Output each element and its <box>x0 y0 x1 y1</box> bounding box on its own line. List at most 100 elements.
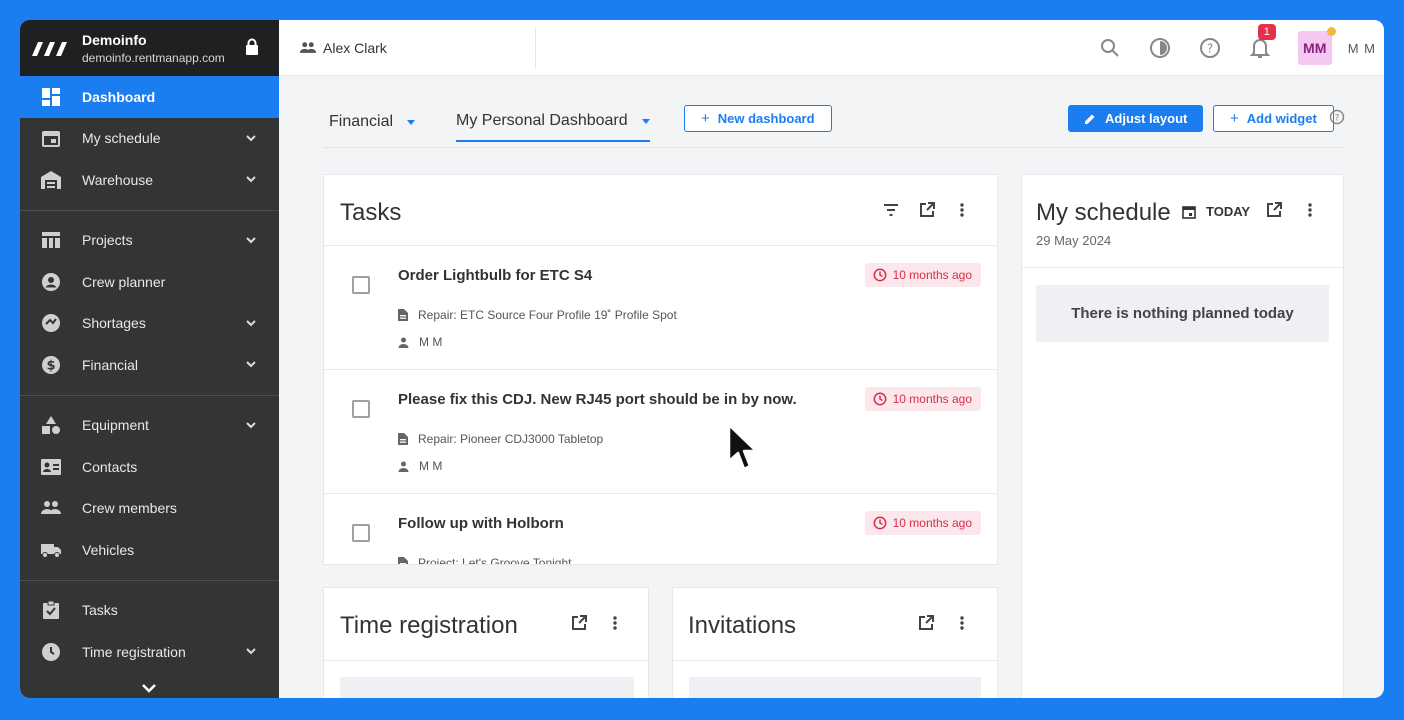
sidebar-item-label: Warehouse <box>82 171 154 188</box>
sidebar-scroll-down-icon[interactable] <box>140 682 158 694</box>
task-checkbox[interactable] <box>352 400 370 418</box>
filter-icon[interactable] <box>881 200 901 220</box>
vehicle-icon <box>40 539 62 561</box>
task-checkbox[interactable] <box>352 524 370 542</box>
new-dashboard-button[interactable]: + New dashboard <box>684 105 832 132</box>
user-selector-label: Alex Clark <box>323 39 387 56</box>
due-text: 10 months ago <box>892 392 972 406</box>
empty-state: There is nothing planned today <box>1036 285 1329 342</box>
sidebar-item-my-schedule[interactable]: My schedule <box>20 118 279 160</box>
chevron-down-icon[interactable] <box>245 132 257 144</box>
activity-icon[interactable] <box>1148 36 1172 60</box>
sidebar-item-time-registration[interactable]: Time registration <box>20 631 279 673</box>
sidebar-item-label: Contacts <box>82 458 138 475</box>
add-widget-button[interactable]: + Add widget <box>1213 105 1334 132</box>
task-reference-text: Repair: ETC Source Four Profile 19˚ Prof… <box>418 308 677 322</box>
tasks-widget: Tasks Order Lightbulb for ETC S4 10 mont… <box>323 174 998 565</box>
sidebar-item-equipment[interactable]: Equipment <box>20 405 279 447</box>
more-vertical-icon[interactable] <box>1300 200 1320 220</box>
open-external-icon[interactable] <box>916 613 936 633</box>
chevron-down-icon[interactable] <box>245 234 257 246</box>
chevron-down-icon[interactable] <box>245 317 257 329</box>
more-vertical-icon[interactable] <box>952 200 972 220</box>
sidebar-item-vehicles[interactable]: Vehicles <box>20 529 279 571</box>
widget-title: Time registration <box>340 612 518 639</box>
task-row[interactable]: Order Lightbulb for ETC S4 10 months ago… <box>324 246 997 370</box>
warehouse-icon <box>40 169 62 191</box>
task-reference-text: Repair: Pioneer CDJ3000 Tabletop <box>418 432 604 446</box>
adjust-layout-button[interactable]: Adjust layout <box>1068 105 1204 132</box>
task-title[interactable]: Order Lightbulb for ETC S4 <box>398 267 592 284</box>
svg-text:?: ? <box>1335 114 1340 124</box>
time-registration-widget: Time registration <box>323 587 649 698</box>
person-icon <box>398 337 409 348</box>
user-selector[interactable]: Alex Clark <box>279 27 536 68</box>
pencil-icon <box>1085 114 1095 124</box>
list-item[interactable] <box>340 677 634 698</box>
more-vertical-icon[interactable] <box>952 613 972 633</box>
plus-icon: + <box>701 110 710 127</box>
today-button[interactable]: TODAY <box>1182 204 1250 219</box>
my-schedule-widget: My schedule TODAY 29 May 2024 There is n… <box>1021 174 1344 698</box>
sidebar-item-dashboard[interactable]: Dashboard <box>20 76 279 118</box>
clock-icon <box>873 268 887 282</box>
list-item[interactable] <box>689 677 981 698</box>
open-external-icon[interactable] <box>917 200 937 220</box>
sidebar-item-shortages[interactable]: Shortages <box>20 303 279 345</box>
calendar-icon <box>1182 205 1196 219</box>
sidebar-item-label: Crew members <box>82 500 177 517</box>
invitations-widget: Invitations <box>672 587 998 698</box>
sidebar-item-label: Equipment <box>82 417 149 434</box>
avatar[interactable]: MM <box>1297 27 1336 65</box>
sidebar: Demoinfo demoinfo.rentmanapp.com Dashboa… <box>20 20 279 698</box>
brand-header[interactable]: Demoinfo demoinfo.rentmanapp.com <box>20 20 279 76</box>
sidebar-item-contacts[interactable]: Contacts <box>20 446 279 488</box>
tab-label: My Personal Dashboard <box>456 112 628 129</box>
dollar-icon: $ <box>40 354 62 376</box>
due-text: 10 months ago <box>892 268 972 282</box>
sidebar-item-financial[interactable]: $ Financial <box>20 344 279 386</box>
tab-financial[interactable]: Financial <box>329 108 416 136</box>
task-checkbox[interactable] <box>352 276 370 294</box>
chevron-down-icon[interactable] <box>245 358 257 370</box>
sidebar-item-warehouse[interactable]: Warehouse <box>20 159 279 201</box>
task-assignee: M M <box>398 335 442 349</box>
widget-title: Tasks <box>340 199 402 226</box>
sidebar-item-tasks[interactable]: Tasks <box>20 590 279 632</box>
plus-icon: + <box>1230 110 1239 127</box>
mouse-cursor-icon <box>727 423 758 471</box>
open-external-icon[interactable] <box>569 613 589 633</box>
notification-badge: 1 <box>1257 24 1276 40</box>
topbar-actions: ? 1 MM M M <box>1098 20 1384 76</box>
clock-icon <box>40 641 62 663</box>
notifications-icon[interactable]: 1 <box>1248 24 1276 60</box>
chevron-down-icon[interactable] <box>245 173 257 185</box>
divider <box>324 660 648 661</box>
chevron-down-icon[interactable] <box>245 645 257 657</box>
document-icon <box>398 433 408 445</box>
app-window: Demoinfo demoinfo.rentmanapp.com Dashboa… <box>20 20 1384 698</box>
task-reference[interactable]: Project: Let's Groove Tonight <box>398 556 572 565</box>
contacts-icon <box>40 456 62 478</box>
task-title[interactable]: Please fix this CDJ. New RJ45 port shoul… <box>398 391 797 408</box>
search-icon[interactable] <box>1098 36 1122 60</box>
sidebar-item-projects[interactable]: Projects <box>20 220 279 262</box>
chevron-down-icon[interactable] <box>245 419 257 431</box>
sidebar-item-crew-members[interactable]: Crew members <box>20 488 279 530</box>
task-row[interactable]: Please fix this CDJ. New RJ45 port shoul… <box>324 370 997 494</box>
tab-my-personal-dashboard[interactable]: My Personal Dashboard <box>456 108 650 142</box>
sidebar-item-label: Shortages <box>82 315 146 332</box>
sidebar-divider <box>20 579 279 581</box>
task-reference[interactable]: Repair: Pioneer CDJ3000 Tabletop <box>398 432 603 446</box>
task-title[interactable]: Follow up with Holborn <box>398 515 564 532</box>
lock-icon[interactable] <box>245 38 259 56</box>
help-icon[interactable]: ? <box>1198 36 1222 60</box>
help-icon[interactable]: ? <box>1329 109 1345 125</box>
user-name[interactable]: M M <box>1348 41 1376 56</box>
task-row[interactable]: Follow up with Holborn 10 months ago Pro… <box>324 494 997 565</box>
task-reference-text: Project: Let's Groove Tonight <box>418 556 572 565</box>
task-reference[interactable]: Repair: ETC Source Four Profile 19˚ Prof… <box>398 308 677 322</box>
more-vertical-icon[interactable] <box>605 613 625 633</box>
sidebar-item-crew-planner[interactable]: Crew planner <box>20 261 279 303</box>
open-external-icon[interactable] <box>1264 200 1284 220</box>
